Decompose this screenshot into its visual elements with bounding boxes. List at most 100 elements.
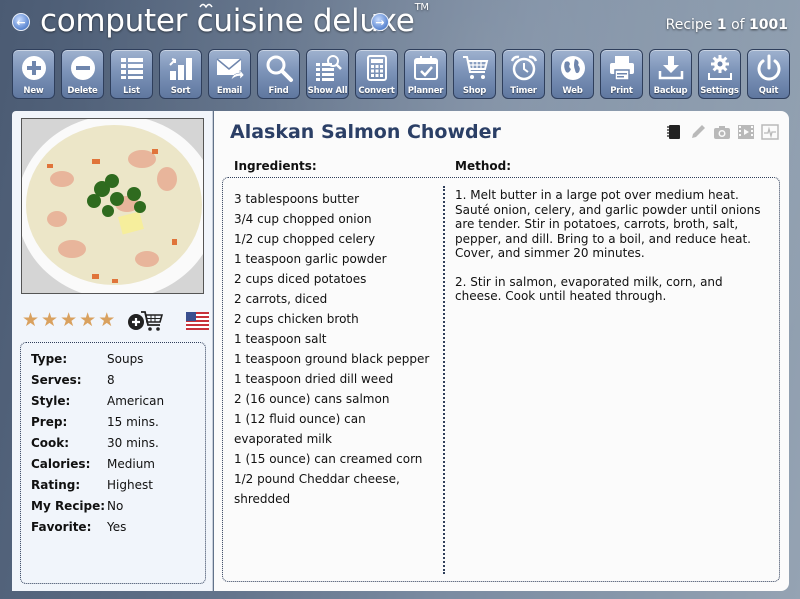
list-button[interactable]: List — [110, 49, 153, 99]
globe-icon — [560, 56, 585, 80]
info-row: Favorite: Yes — [31, 516, 205, 537]
new-button[interactable]: New — [12, 49, 55, 99]
info-row: Type: Soups — [31, 348, 205, 369]
star-icon[interactable]: ★ — [60, 309, 77, 331]
planner-label: Planner — [407, 86, 444, 96]
convert-button[interactable]: Convert — [355, 49, 398, 99]
us-flag-icon — [186, 312, 209, 330]
print-button[interactable]: Print — [600, 49, 643, 99]
total-recipes: 1001 — [749, 17, 788, 33]
recipe-photo[interactable] — [21, 118, 204, 294]
arrow-left-icon: ← — [16, 15, 26, 29]
ingredient-item: 1 (12 fluid ounce) can evaporated milk — [234, 412, 366, 446]
app-title-text: computer cuisine deluxe — [40, 3, 415, 39]
envelope-forward-icon — [216, 58, 244, 81]
info-value: Soups — [107, 351, 144, 366]
ingredient-item: 1 teaspoon salt — [234, 332, 327, 346]
web-label: Web — [562, 86, 583, 96]
new-label: New — [23, 86, 44, 96]
info-value: American — [107, 393, 165, 408]
printer-icon — [609, 56, 634, 81]
info-value: Medium — [107, 456, 155, 471]
info-value: Highest — [107, 477, 153, 492]
arrow-right-icon: → — [375, 15, 385, 29]
counter-of: of — [726, 17, 750, 33]
recipe-info-box: Type: Soups Serves: 8 Style: American Prep: 15 … — [20, 342, 206, 584]
info-value: 30 mins. — [107, 435, 159, 450]
planner-button[interactable]: Planner — [404, 49, 447, 99]
ingredient-item: 3 tablespoons butter — [234, 192, 360, 206]
star-icon[interactable]: ★ — [98, 309, 115, 331]
recipe-content-box: 3 tablespoons butter 3/4 cup chopped onio… — [222, 177, 780, 582]
current-recipe-number: 1 — [716, 17, 727, 33]
nutrition-chart-icon[interactable] — [761, 124, 779, 140]
info-key: Rating: — [31, 477, 81, 492]
add-to-shopping-list-icon[interactable] — [127, 309, 163, 333]
web-button[interactable]: Web — [551, 49, 594, 99]
ingredient-item: 1 teaspoon dried dill weed — [234, 372, 394, 386]
bar-chart-sort-icon — [168, 58, 192, 80]
timer-label: Timer — [510, 86, 537, 96]
star-icon[interactable]: ★ — [22, 309, 39, 331]
trademark: TM — [414, 1, 429, 13]
recipe-title: Alaskan Salmon Chowder — [230, 121, 501, 143]
info-value: No — [107, 498, 124, 513]
info-row: Serves: 8 — [31, 369, 205, 390]
minus-circle-icon — [70, 56, 95, 80]
find-button[interactable]: Find — [257, 49, 300, 99]
list-icon — [120, 58, 143, 79]
show-all-button[interactable]: Show All — [306, 49, 349, 99]
pencil-icon[interactable] — [689, 124, 707, 140]
info-value: 8 — [107, 372, 115, 387]
ingredients-list: 3 tablespoons butter 3/4 cup chopped onio… — [234, 189, 434, 509]
calendar-check-icon — [413, 56, 438, 80]
next-recipe-button[interactable]: → — [371, 13, 389, 31]
settings-button[interactable]: Settings — [698, 49, 741, 99]
ingredient-item: 2 carrots, diced — [234, 292, 328, 306]
chowder-image — [22, 119, 203, 293]
list-label: List — [123, 86, 140, 96]
info-row: Rating: Highest — [31, 474, 205, 495]
previous-recipe-button[interactable]: ← — [12, 13, 30, 31]
info-key: Calories: — [31, 456, 91, 471]
recipe-sidebar: ★ ★ ★ ★ ★ Type: Soups Serves: 8 Style: American Pr… — [12, 111, 213, 591]
sort-label: Sort — [170, 86, 191, 96]
method-heading: Method: — [455, 159, 511, 173]
sort-button[interactable]: Sort — [159, 49, 202, 99]
method-step: 1. Melt butter in a large pot over mediu… — [455, 188, 761, 260]
toolbar: New Delete List Sort Email Find Show All… — [12, 49, 790, 99]
info-row: Cook: 30 mins. — [31, 432, 205, 453]
ingredient-item: 1 teaspoon ground black pepper — [234, 352, 430, 366]
info-key: Style: — [31, 393, 71, 408]
info-row: Prep: 15 mins. — [31, 411, 205, 432]
shop-button[interactable]: Shop — [453, 49, 496, 99]
info-key: Favorite: — [31, 519, 92, 534]
ingredients-heading: Ingredients: — [234, 159, 317, 173]
info-key: My Recipe: — [31, 498, 106, 513]
backup-button[interactable]: Backup — [649, 49, 692, 99]
app-header: ← computer cuisine deluxeTM → Recipe 1 o… — [0, 0, 800, 44]
star-icon[interactable]: ★ — [41, 309, 58, 331]
star-rating[interactable]: ★ ★ ★ ★ ★ — [22, 309, 115, 331]
notebook-icon[interactable] — [665, 124, 683, 140]
magnifier-icon — [266, 55, 293, 82]
rating-row: ★ ★ ★ ★ ★ — [22, 309, 209, 333]
quit-button[interactable]: Quit — [747, 49, 790, 99]
ingredient-item: 1/2 pound Cheddar cheese, shredded — [234, 472, 400, 506]
find-label: Find — [268, 86, 289, 96]
method-text: 1. Melt butter in a large pot over mediu… — [455, 188, 770, 318]
settings-label: Settings — [700, 86, 739, 96]
star-icon[interactable]: ★ — [79, 309, 96, 331]
info-row: My Recipe: No — [31, 495, 205, 516]
email-button[interactable]: Email — [208, 49, 251, 99]
delete-button[interactable]: Delete — [61, 49, 104, 99]
method-step: 2. Stir in salmon, evaporated milk, corn… — [455, 274, 723, 304]
video-icon[interactable] — [737, 124, 755, 140]
recipe-counter: Recipe 1 of 1001 — [666, 17, 788, 33]
timer-button[interactable]: Timer — [502, 49, 545, 99]
delete-label: Delete — [67, 86, 98, 96]
ingredient-item: 2 cups diced potatoes — [234, 272, 367, 286]
camera-icon[interactable] — [713, 124, 731, 140]
info-key: Serves: — [31, 372, 82, 387]
ingredient-item: 1 teaspoon garlic powder — [234, 252, 387, 266]
